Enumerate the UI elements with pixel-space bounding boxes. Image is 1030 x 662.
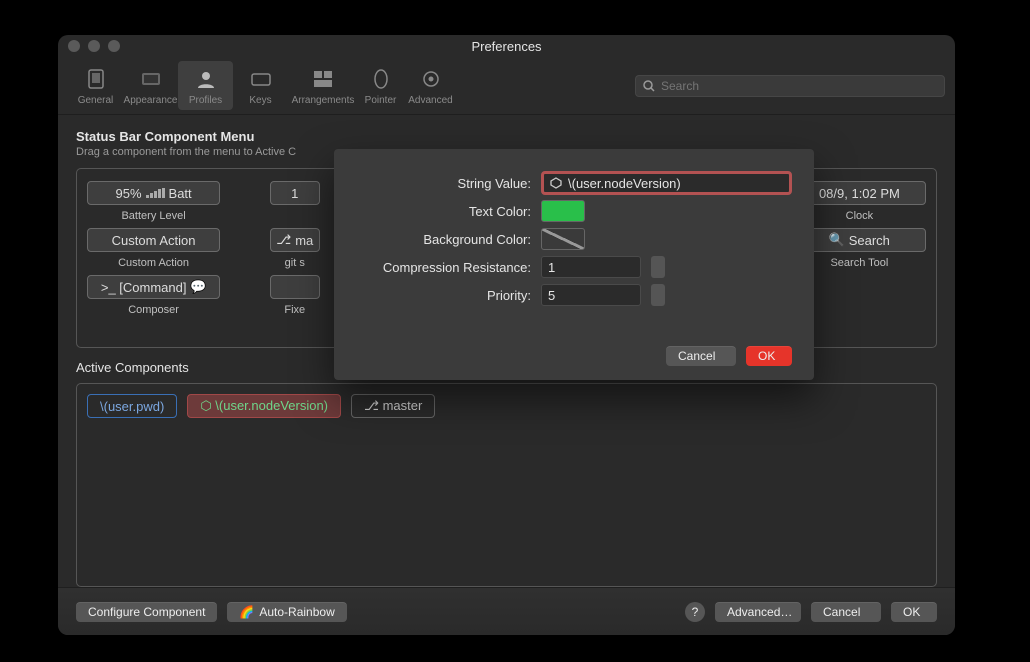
compression-stepper[interactable] <box>651 256 665 278</box>
active-tag-git[interactable]: ⎇ master <box>351 394 435 418</box>
active-tag-node[interactable]: ⬡ \(user.nodeVersion) <box>187 394 341 418</box>
gear-icon <box>419 67 443 91</box>
zoom-icon[interactable] <box>108 40 120 52</box>
footer-cancel-button[interactable]: Cancel <box>811 602 881 622</box>
priority-label: Priority: <box>356 288 531 303</box>
profiles-icon <box>194 67 218 91</box>
chip-composer[interactable]: >_ [Command] 💬 <box>87 275 220 299</box>
comp-label: Clock <box>846 210 874 222</box>
comp-label: Search Tool <box>830 257 888 269</box>
compression-input[interactable] <box>541 256 641 278</box>
configure-component-button[interactable]: Configure Component <box>76 602 217 622</box>
keys-icon <box>249 67 273 91</box>
text-color-well[interactable] <box>541 200 585 222</box>
pointer-icon <box>369 67 393 91</box>
chip-git[interactable]: ⎇ma <box>270 228 320 252</box>
tab-keys[interactable]: Keys <box>233 61 288 110</box>
arrangements-icon <box>311 67 335 91</box>
comp-custom-action: Custom Action Custom Action <box>87 228 220 269</box>
edit-component-sheet: String Value: Text Color: Background Col… <box>334 149 814 380</box>
sheet-cancel-button[interactable]: Cancel <box>666 346 736 366</box>
tab-appearance[interactable]: Appearance <box>123 61 178 110</box>
comp-label: git s <box>285 257 305 269</box>
active-components-area[interactable]: \(user.pwd) ⬡ \(user.nodeVersion) ⎇ mast… <box>76 383 937 587</box>
auto-rainbow-button[interactable]: 🌈Auto-Rainbow <box>227 602 346 622</box>
tab-profiles[interactable]: Profiles <box>178 61 233 110</box>
bg-color-well[interactable] <box>541 228 585 250</box>
search-icon <box>643 80 655 92</box>
tab-general[interactable]: General <box>68 61 123 110</box>
hexagon-icon <box>550 177 562 189</box>
battery-bars-icon <box>146 188 165 198</box>
toolbar-tabs: General Appearance Profiles Keys <box>68 61 458 110</box>
comp-battery: 95% Batt Battery Level <box>87 181 220 222</box>
compression-label: Compression Resistance: <box>356 260 531 275</box>
toolbar: General Appearance Profiles Keys <box>58 57 955 115</box>
appearance-icon <box>139 67 163 91</box>
sheet-ok-button[interactable]: OK <box>746 346 792 366</box>
bg-color-label: Background Color: <box>356 232 531 247</box>
window-title: Preferences <box>120 39 893 54</box>
traffic-lights <box>68 40 120 52</box>
footer-ok-button[interactable]: OK <box>891 602 937 622</box>
rainbow-icon: 🌈 <box>239 605 254 619</box>
chip-fixed[interactable] <box>270 275 320 299</box>
active-tag-pwd[interactable]: \(user.pwd) <box>87 394 177 418</box>
magnifier-icon: 🔍 <box>829 232 845 248</box>
string-value-field-wrap[interactable] <box>541 171 792 195</box>
preferences-window: Preferences General Appearance Pro <box>58 35 955 635</box>
priority-input[interactable] <box>541 284 641 306</box>
advanced-button[interactable]: Advanced… <box>715 602 801 622</box>
tab-advanced[interactable]: Advanced <box>403 61 458 110</box>
close-icon[interactable] <box>68 40 80 52</box>
footer: Configure Component 🌈Auto-Rainbow ? Adva… <box>58 587 955 635</box>
comp-label: Composer <box>128 304 179 316</box>
text-color-label: Text Color: <box>356 204 531 219</box>
tab-pointer[interactable]: Pointer <box>358 61 403 110</box>
toolbar-search[interactable] <box>635 75 945 97</box>
branch-icon: ⎇ <box>276 232 291 248</box>
string-value-label: String Value: <box>356 176 531 191</box>
titlebar: Preferences <box>58 35 955 57</box>
comp-composer: >_ [Command] 💬 Composer <box>87 275 220 316</box>
minimize-icon[interactable] <box>88 40 100 52</box>
chip-custom-action[interactable]: Custom Action <box>87 228 220 252</box>
speech-icon: 💬 <box>190 279 206 295</box>
search-input[interactable] <box>661 79 937 93</box>
status-bar-menu-title: Status Bar Component Menu <box>76 129 937 144</box>
chip-generic[interactable]: 1 <box>270 181 320 205</box>
general-icon <box>84 67 108 91</box>
comp-label: Custom Action <box>118 257 189 269</box>
help-button[interactable]: ? <box>685 602 705 622</box>
priority-stepper[interactable] <box>651 284 665 306</box>
string-value-input[interactable] <box>568 176 783 191</box>
comp-label: Battery Level <box>121 210 185 222</box>
chip-battery[interactable]: 95% Batt <box>87 181 220 205</box>
comp-label: Fixe <box>284 304 305 316</box>
tab-arrangements[interactable]: Arrangements <box>288 61 358 110</box>
